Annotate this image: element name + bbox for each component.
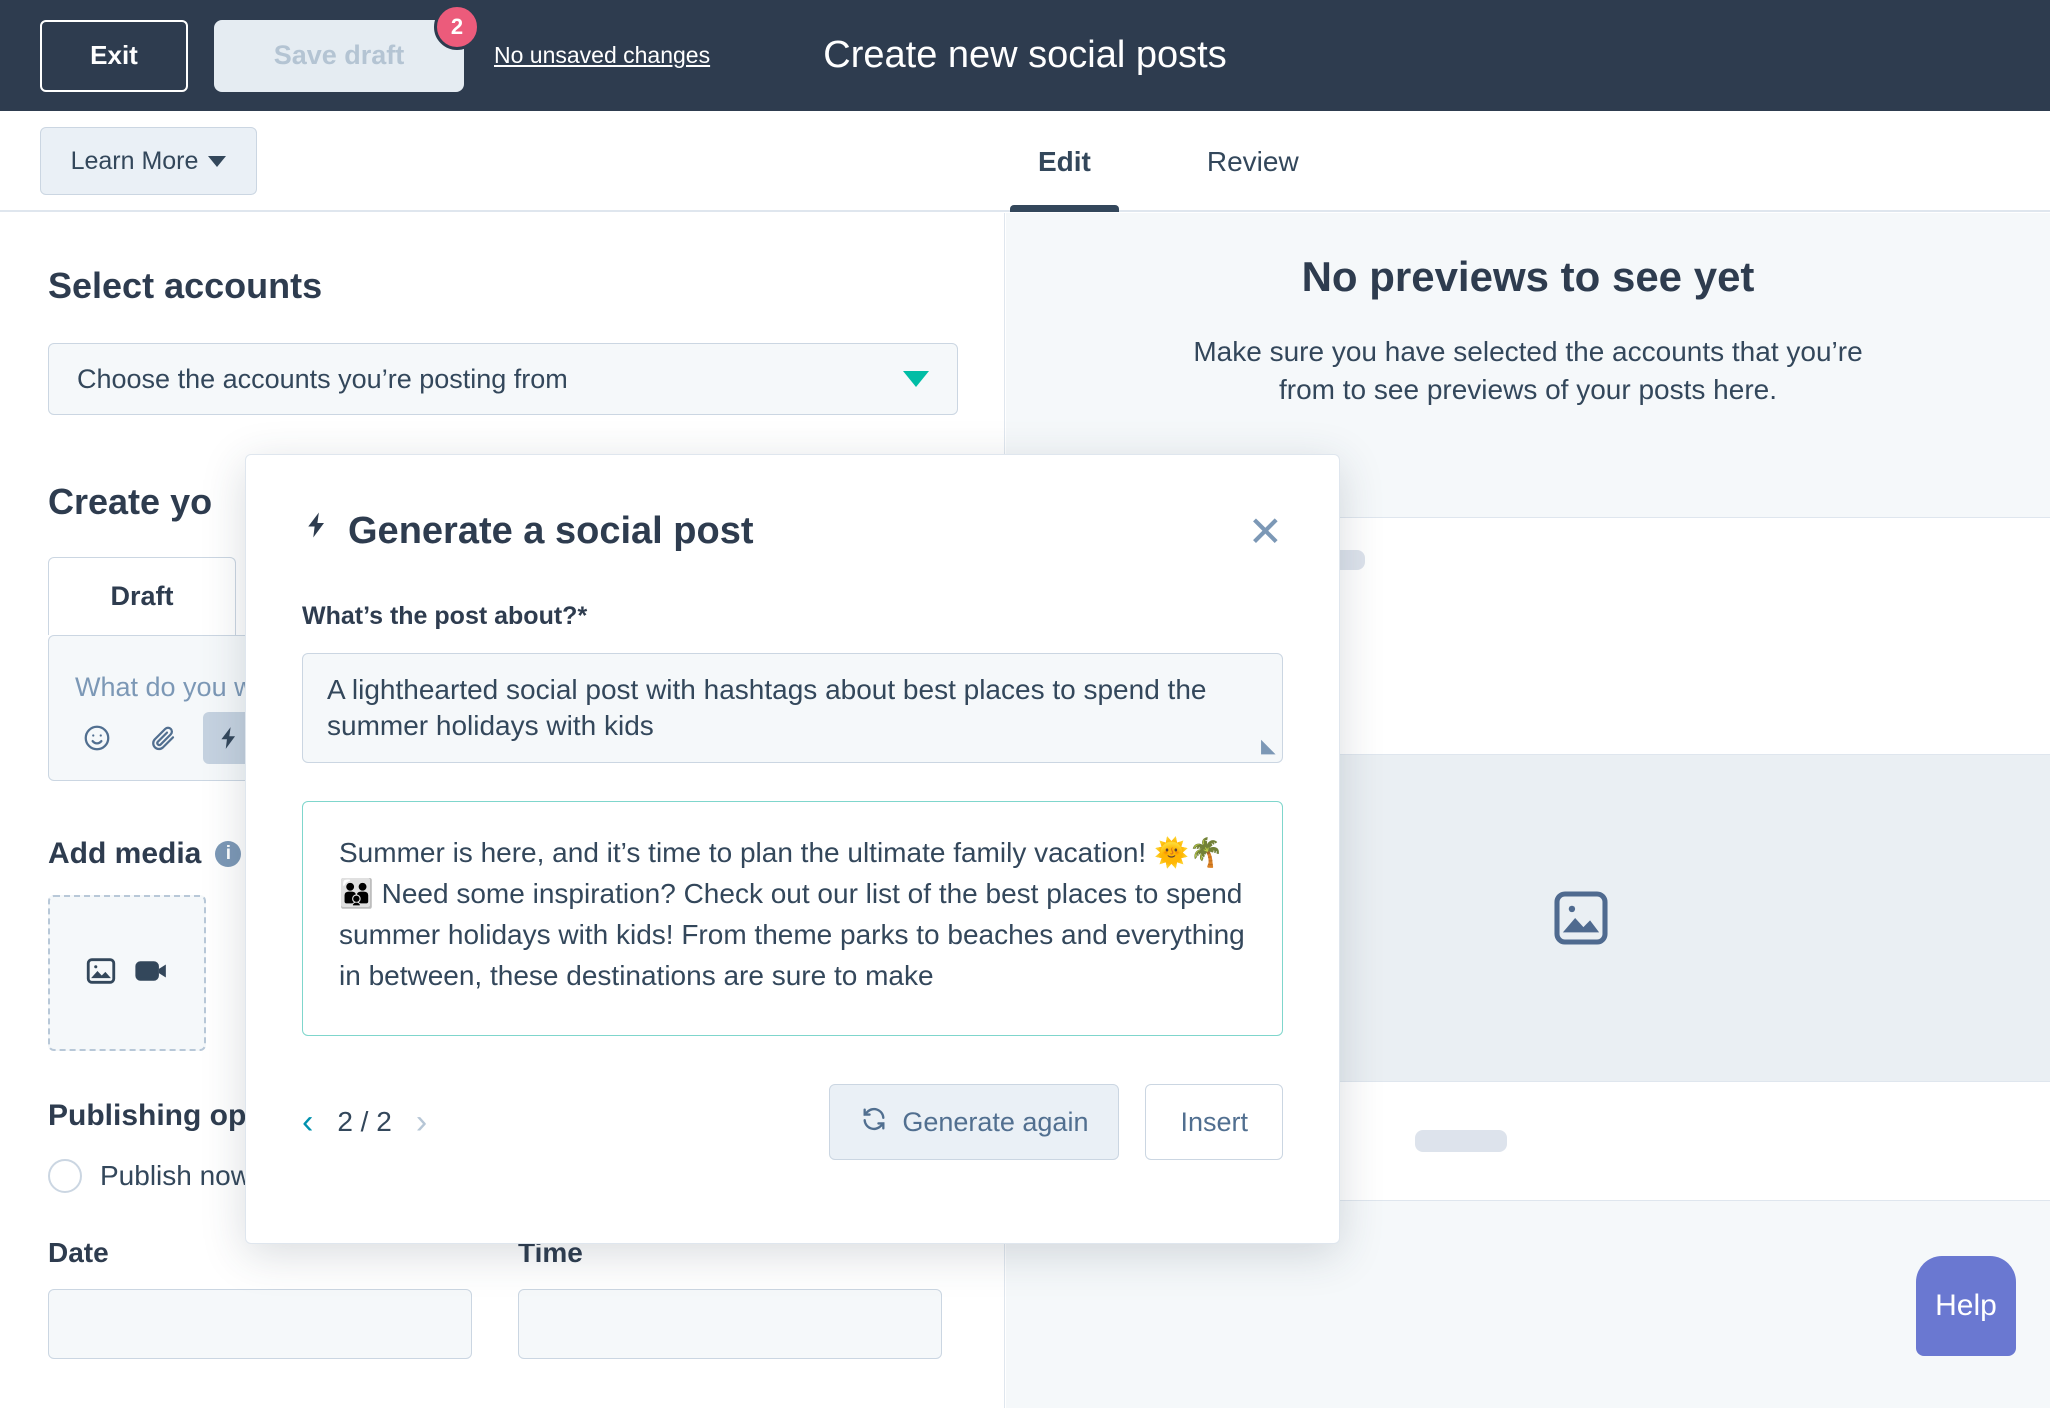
modal-footer: ‹ 2 / 2 › Generate again Insert (246, 1036, 1339, 1160)
insert-label: Insert (1180, 1106, 1248, 1137)
generate-again-label: Generate again (902, 1106, 1089, 1137)
sub-toolbar: Learn More Edit Review (0, 111, 2050, 212)
preview-empty-subtitle-line2: from to see previews of your posts here. (1279, 373, 1777, 405)
skeleton-bar (1415, 1130, 1507, 1152)
tab-draft-label: Draft (110, 581, 174, 611)
top-header-bar: Exit Save draft 2 No unsaved changes Cre… (0, 0, 2050, 111)
date-field-group: Date (48, 1237, 472, 1359)
account-select-value: Choose the accounts you’re posting from (77, 363, 568, 394)
composer-placeholder: What do you w (75, 672, 254, 702)
save-draft-wrapper: Save draft 2 (214, 3, 480, 92)
save-draft-button[interactable]: Save draft (214, 19, 464, 92)
tab-bar: Edit Review (1010, 111, 1327, 212)
pager-count: 2 / 2 (337, 1106, 392, 1137)
radio-publish-now[interactable] (48, 1159, 82, 1193)
emoji-icon[interactable] (71, 712, 123, 764)
prompt-input[interactable]: A lighthearted social post with hashtags… (302, 653, 1283, 763)
help-button-label: Help (1935, 1289, 1997, 1322)
page-title-text: Create new social posts (823, 34, 1227, 76)
preview-empty-subtitle-line1: Make sure you have selected the accounts… (1193, 336, 1863, 367)
preview-empty-subtitle: Make sure you have selected the accounts… (1006, 333, 2050, 409)
modal-actions: Generate again Insert (829, 1084, 1283, 1160)
help-button[interactable]: Help (1916, 1256, 2016, 1356)
datetime-row: Date Time (48, 1237, 956, 1359)
insert-button[interactable]: Insert (1145, 1084, 1283, 1160)
image-upload-icon[interactable] (84, 954, 118, 993)
learn-more-dropdown[interactable]: Learn More (40, 127, 257, 195)
tab-review[interactable]: Review (1179, 111, 1327, 212)
prompt-field-label: What’s the post about?* (302, 602, 588, 630)
time-input[interactable] (518, 1289, 942, 1359)
chevron-down-icon (903, 371, 929, 387)
generated-result-text: Summer is here, and it’s time to plan th… (339, 837, 1245, 992)
add-media-label: Add media (48, 837, 202, 870)
attachment-icon[interactable] (137, 712, 189, 764)
refresh-icon (860, 1105, 888, 1140)
media-dropzone[interactable] (48, 895, 206, 1051)
tab-edit-label: Edit (1038, 145, 1091, 177)
select-accounts-heading: Select accounts (48, 265, 323, 306)
result-pager: ‹ 2 / 2 › (302, 1105, 427, 1139)
account-select-dropdown[interactable]: Choose the accounts you’re posting from (48, 343, 958, 415)
pager-prev-icon[interactable]: ‹ (302, 1105, 313, 1139)
notification-badge: 2 (434, 3, 480, 50)
lightning-bolt-icon (302, 507, 332, 552)
composer-toolbar (71, 712, 255, 764)
prompt-input-value: A lighthearted social post with hashtags… (327, 674, 1207, 741)
preview-empty-title: No previews to see yet (1301, 253, 1755, 300)
chevron-down-icon (208, 155, 227, 167)
exit-button-label: Exit (90, 40, 138, 70)
unsaved-changes-link[interactable]: No unsaved changes (494, 42, 710, 69)
save-draft-label: Save draft (273, 40, 405, 70)
app-root: Exit Save draft 2 No unsaved changes Cre… (0, 0, 2050, 1408)
modal-title: Generate a social post (348, 510, 754, 552)
tab-review-label: Review (1206, 145, 1299, 177)
tab-draft[interactable]: Draft (48, 557, 236, 635)
video-upload-icon[interactable] (134, 954, 170, 993)
tab-edit[interactable]: Edit (1010, 111, 1119, 212)
radio-publish-now-label[interactable]: Publish now (100, 1160, 251, 1192)
exit-button[interactable]: Exit (40, 19, 188, 92)
generate-again-button[interactable]: Generate again (829, 1084, 1120, 1160)
generate-post-modal: Generate a social post ✕ What’s the post… (245, 454, 1340, 1244)
modal-header: Generate a social post ✕ (246, 455, 1339, 554)
info-icon[interactable]: i (215, 841, 242, 867)
time-field-group: Time (518, 1237, 942, 1359)
close-icon[interactable]: ✕ (1248, 510, 1283, 553)
pager-next-icon[interactable]: › (416, 1105, 427, 1139)
date-input[interactable] (48, 1289, 472, 1359)
resize-handle-icon[interactable]: ◢ (1261, 735, 1276, 759)
learn-more-label: Learn More (70, 146, 199, 175)
generated-result-box[interactable]: Summer is here, and it’s time to plan th… (302, 801, 1283, 1036)
